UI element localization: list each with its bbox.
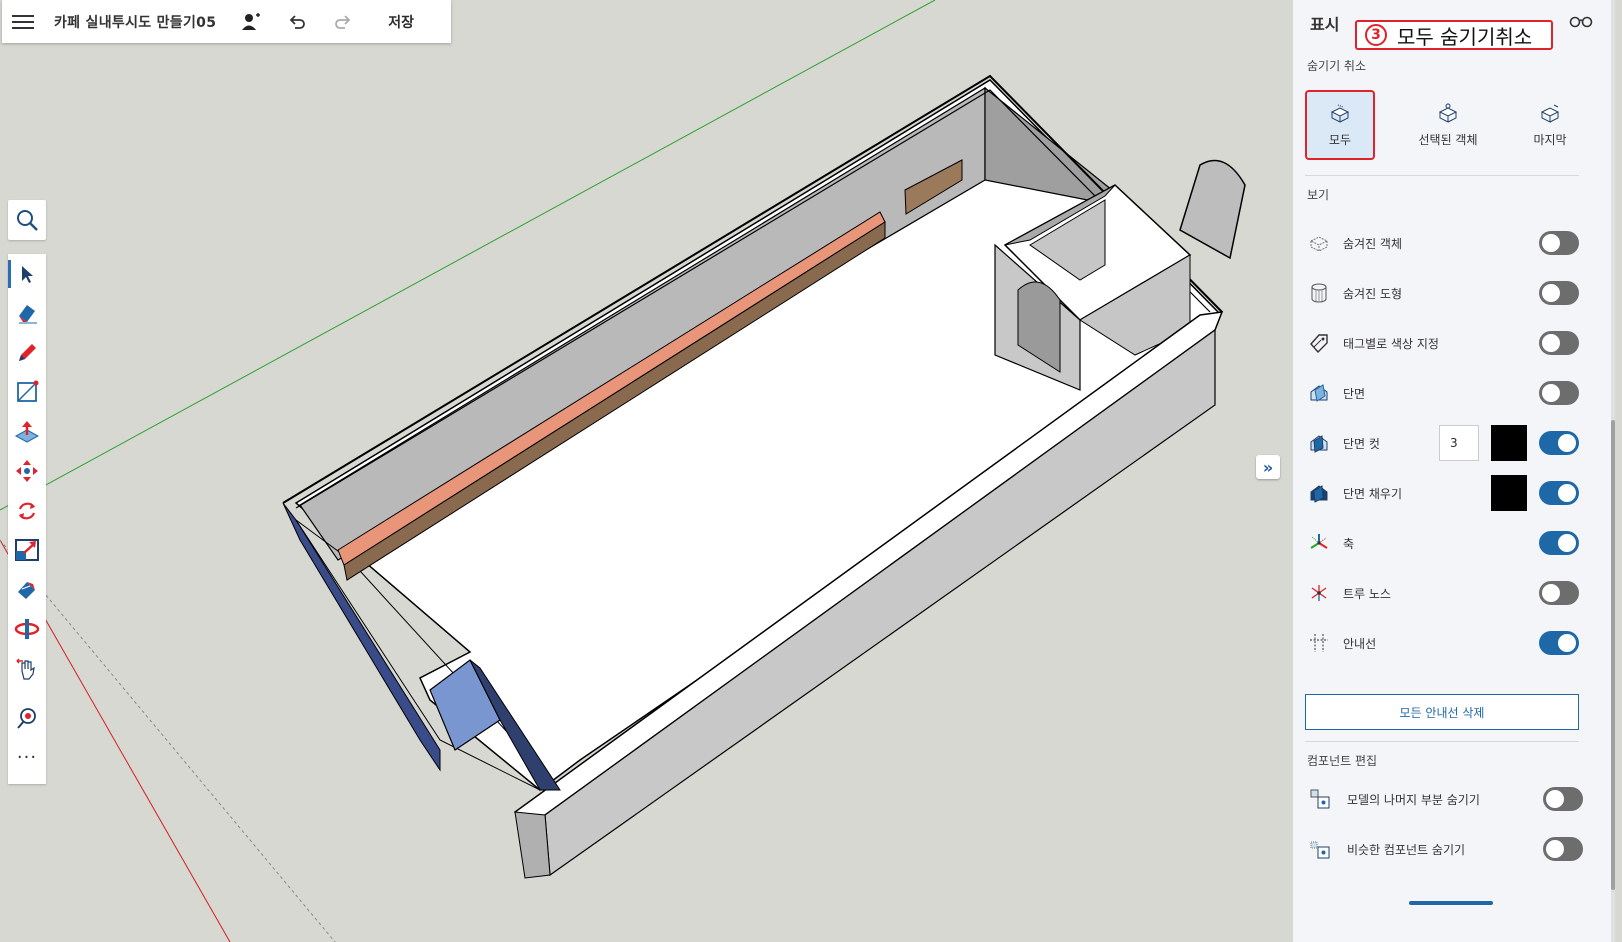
- row-axes: 축: [1305, 523, 1579, 563]
- save-button[interactable]: 저장: [388, 12, 414, 32]
- rectangle-icon: [17, 380, 39, 403]
- search-icon: [17, 210, 38, 231]
- unhide-selected-label: 선택된 객체: [1418, 132, 1478, 147]
- top-bar: 카페 실내투시도 만들기05 저장: [2, 0, 451, 43]
- guides-icon: [1307, 631, 1331, 655]
- scale-tool[interactable]: [8, 531, 46, 571]
- section-cut-width-input[interactable]: 3: [1439, 425, 1479, 461]
- true-north-toggle[interactable]: [1539, 581, 1579, 605]
- step-callout-text: 모두 숨기기취소: [1397, 24, 1533, 49]
- row-guides: 안내선: [1305, 623, 1579, 663]
- hide-similar-toggle[interactable]: [1543, 837, 1583, 861]
- hidden-geometry-toggle[interactable]: [1539, 281, 1579, 305]
- hidden-objects-toggle[interactable]: [1539, 231, 1579, 255]
- panel-bottom-handle: [1409, 901, 1493, 905]
- unhide-all-label: 모두: [1328, 132, 1352, 147]
- section-planes-toggle[interactable]: [1539, 381, 1579, 405]
- unhide-selected-button[interactable]: 선택된 객체: [1403, 90, 1493, 160]
- view-section-label: 보기: [1307, 188, 1330, 202]
- move-icon: [16, 460, 38, 483]
- unhide-all-icon: [1330, 104, 1350, 123]
- paint-bucket-icon: [18, 581, 35, 599]
- row-section-fill: 단면 채우기: [1305, 473, 1579, 513]
- hide-similar-icon: [1309, 837, 1333, 861]
- search-button[interactable]: [8, 200, 46, 240]
- glasses-icon[interactable]: [1569, 14, 1593, 28]
- paint-bucket-tool[interactable]: [8, 570, 46, 610]
- camera-position-icon: [17, 708, 36, 729]
- color-by-tag-toggle[interactable]: [1539, 331, 1579, 355]
- unhide-last-button[interactable]: 마지막: [1515, 90, 1585, 160]
- rotate-tool[interactable]: [8, 491, 46, 531]
- true-north-icon: [1307, 581, 1331, 605]
- hide-rest-toggle[interactable]: [1543, 787, 1583, 811]
- move-tool[interactable]: [8, 452, 46, 492]
- model-canvas[interactable]: [0, 0, 1290, 942]
- section-fill-toggle[interactable]: [1539, 481, 1579, 505]
- unhide-all-button[interactable]: 모두: [1305, 90, 1375, 160]
- section-cut-color-swatch[interactable]: [1491, 425, 1527, 461]
- unhide-last-icon: [1540, 104, 1560, 123]
- section-cuts-toggle[interactable]: [1539, 431, 1579, 455]
- orbit-tool[interactable]: [8, 610, 46, 650]
- axes-icon: [1307, 531, 1331, 555]
- row-color-by-tag: 태그별로 색상 지정: [1305, 323, 1579, 363]
- position-camera-tool[interactable]: [8, 699, 46, 739]
- section-fill-color-swatch[interactable]: [1491, 475, 1527, 511]
- hidden-geometry-icon: [1307, 281, 1331, 305]
- scale-icon: [15, 539, 39, 562]
- component-edit-section-label: 컴포넌트 편집: [1307, 754, 1378, 768]
- pencil-icon: [19, 343, 36, 361]
- orbit-icon: [14, 619, 40, 640]
- step-number: 3: [1365, 24, 1387, 46]
- more-icon: ···: [16, 747, 38, 769]
- row-section-planes: 단면: [1305, 373, 1579, 413]
- chevron-double-right-icon: »: [1262, 457, 1274, 477]
- push-pull-icon: [14, 420, 40, 443]
- unhide-last-label: 마지막: [1533, 132, 1567, 147]
- red-axis-dashed: [0, 539, 336, 942]
- hide-rest-icon: [1309, 787, 1333, 811]
- section-plane-icon: [1307, 381, 1331, 405]
- rotate-icon: [18, 502, 36, 520]
- pan-tool[interactable]: [8, 649, 46, 689]
- eraser-tool[interactable]: [8, 294, 46, 334]
- open-door-leaf: [1179, 159, 1246, 260]
- undo-icon[interactable]: [286, 11, 308, 33]
- unhide-section-label: 숨기기 취소: [1307, 59, 1367, 73]
- expand-panel-button[interactable]: »: [1256, 455, 1280, 479]
- hand-icon: [16, 658, 35, 680]
- row-hidden-objects: 숨겨진 객체: [1305, 223, 1579, 263]
- unhide-selected-icon: [1438, 103, 1458, 123]
- delete-all-guides-button[interactable]: 모든 안내선 삭제: [1305, 694, 1579, 730]
- section-fill-icon: [1307, 481, 1331, 505]
- rectangle-tool[interactable]: [8, 373, 46, 413]
- row-true-north: 트루 노스: [1305, 573, 1579, 613]
- row-hide-similar-components: 비슷한 컴포넌트 숨기기: [1305, 829, 1583, 869]
- push-pull-tool[interactable]: [8, 412, 46, 452]
- step-callout: 3 모두 숨기기취소: [1355, 20, 1553, 50]
- row-hide-rest-of-model: 모델의 나머지 부분 숨기기: [1305, 779, 1583, 819]
- section-cut-icon: [1307, 431, 1331, 455]
- cursor-icon: [22, 265, 33, 283]
- panel-title: 표시: [1310, 15, 1340, 34]
- guides-toggle[interactable]: [1539, 631, 1579, 655]
- display-panel: 표시 3 모두 숨기기취소 숨기기 취소 모두 선택된 객체 마지막 보기 숨겨…: [1292, 0, 1615, 942]
- menu-icon[interactable]: [12, 11, 34, 33]
- add-user-icon[interactable]: [240, 11, 262, 33]
- tools-toolbar: ···: [8, 254, 46, 784]
- model-viewport[interactable]: [0, 0, 1290, 942]
- more-tools-button[interactable]: ···: [8, 738, 46, 778]
- document-title: 카페 실내투시도 만들기05: [54, 14, 217, 31]
- eraser-icon: [19, 305, 37, 324]
- select-tool[interactable]: [8, 254, 46, 294]
- hidden-objects-icon: [1307, 231, 1331, 255]
- axes-toggle[interactable]: [1539, 531, 1579, 555]
- tag-icon: [1307, 331, 1331, 355]
- pencil-tool[interactable]: [8, 333, 46, 373]
- row-hidden-geometry: 숨겨진 도형: [1305, 273, 1579, 313]
- panel-scrollbar-thumb[interactable]: [1611, 420, 1615, 890]
- redo-icon[interactable]: [332, 11, 354, 33]
- row-section-cuts: 단면 컷 3: [1305, 423, 1579, 463]
